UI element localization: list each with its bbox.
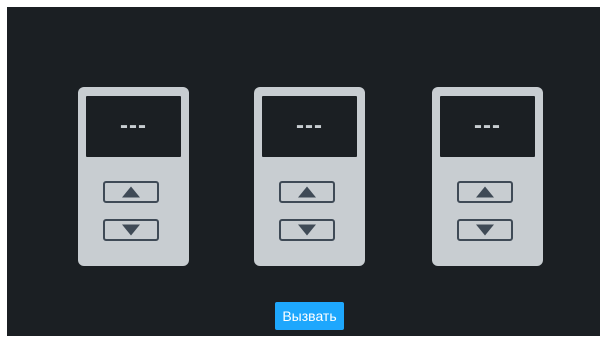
floor-display-text: --- xyxy=(474,112,501,139)
triangle-down-icon xyxy=(298,224,316,236)
floor-display-text: --- xyxy=(120,112,147,139)
floor-display-1: --- xyxy=(86,96,181,157)
elevator-panel-1: --- xyxy=(78,87,189,266)
floor-display-text: --- xyxy=(296,112,323,139)
triangle-up-icon xyxy=(298,186,316,198)
floor-display-2: --- xyxy=(262,96,357,157)
triangle-down-icon xyxy=(476,224,494,236)
up-button-2[interactable] xyxy=(279,181,335,203)
triangle-up-icon xyxy=(122,186,140,198)
elevator-panel-2: --- xyxy=(254,87,365,266)
call-button[interactable]: Вызвать xyxy=(275,302,344,330)
down-button-3[interactable] xyxy=(457,219,513,241)
up-button-3[interactable] xyxy=(457,181,513,203)
triangle-down-icon xyxy=(122,224,140,236)
up-button-1[interactable] xyxy=(103,181,159,203)
down-button-2[interactable] xyxy=(279,219,335,241)
triangle-up-icon xyxy=(476,186,494,198)
floor-display-3: --- xyxy=(440,96,535,157)
down-button-1[interactable] xyxy=(103,219,159,241)
elevator-panel-3: --- xyxy=(432,87,543,266)
canvas-screen: --- --- --- Вызвать xyxy=(7,7,600,336)
